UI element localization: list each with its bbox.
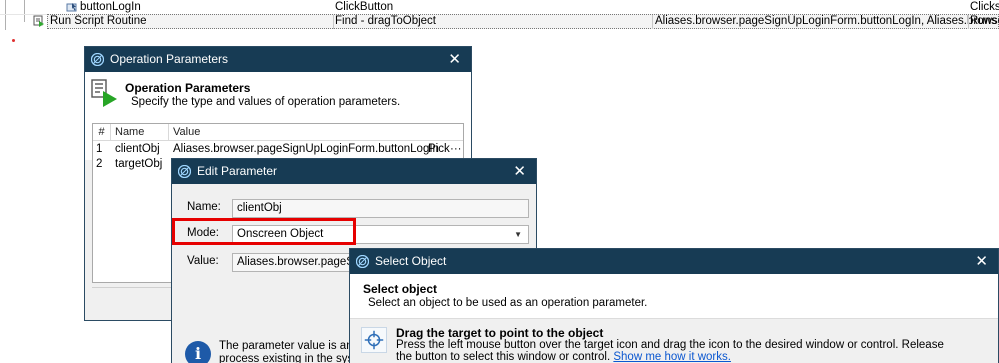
chevron-down-icon[interactable]: ▼ <box>514 226 522 243</box>
dialog-header: Select object Select an object to be use… <box>350 274 998 318</box>
info-line: The parameter value is an obje <box>219 340 378 352</box>
row-number: 1 <box>96 143 103 155</box>
header-title: Select object <box>363 282 438 296</box>
step-operation: ClickButton <box>335 1 394 13</box>
info-icon: i <box>185 341 211 363</box>
drag-target-option[interactable]: Drag the target to point to the object P… <box>350 318 998 363</box>
step-item: Run Script Routine <box>50 15 147 27</box>
row-number: 2 <box>96 158 103 170</box>
option-description: Press the left mouse button over the tar… <box>396 339 956 363</box>
info-text: The parameter value is an obje process e… <box>219 340 378 363</box>
ellipsis-button[interactable]: ··· <box>450 142 462 157</box>
close-icon[interactable]: ✕ <box>448 47 461 72</box>
test-step-row-selected[interactable]: Run Script Routine Find - dragToObject A… <box>0 14 999 29</box>
value-label: Value: <box>187 255 219 267</box>
dialog-title: Operation Parameters <box>110 52 229 66</box>
row-name: targetObj <box>115 158 163 170</box>
dialog-titlebar[interactable]: Edit Parameter ✕ <box>172 159 536 184</box>
step-item: buttonLogIn <box>80 1 141 13</box>
column-header-number[interactable]: # <box>93 124 111 141</box>
breakpoint-marker[interactable] <box>12 39 15 42</box>
button-object-icon <box>66 3 77 12</box>
select-object-dialog: Select Object ✕ Select object Select an … <box>349 248 999 363</box>
name-label: Name: <box>187 201 221 213</box>
dialog-titlebar[interactable]: Operation Parameters ✕ <box>85 47 471 72</box>
mode-value: Onscreen Object <box>237 228 324 240</box>
testcomplete-logo-icon <box>178 165 191 178</box>
column-header-name[interactable]: Name <box>111 124 169 141</box>
mode-label: Mode: <box>187 227 219 239</box>
mode-select[interactable]: Onscreen Object ▼ <box>232 225 529 244</box>
test-step-row[interactable]: buttonLogIn ClickButton Clicks t <box>0 0 999 15</box>
dialog-title: Select Object <box>375 254 447 268</box>
dialog-title: Edit Parameter <box>197 164 278 178</box>
header-subtitle: Specify the type and values of operation… <box>131 96 401 108</box>
row-value: Aliases.browser.pageSignUpLoginForm.butt… <box>173 143 439 155</box>
close-icon[interactable]: ✕ <box>513 159 526 184</box>
show-me-link[interactable]: Show me how it works. <box>613 351 731 363</box>
column-header-value[interactable]: Value <box>169 124 463 141</box>
table-row[interactable]: 1 clientObj Aliases.browser.pageSignUpLo… <box>93 142 463 157</box>
step-value: Aliases.browser.pageSignUpLoginForm.butt… <box>655 15 999 27</box>
crosshair-target-icon[interactable] <box>361 327 387 353</box>
name-field[interactable]: clientObj <box>232 199 529 218</box>
run-routine-icon <box>33 15 44 27</box>
step-description: Clicks t <box>970 1 999 13</box>
step-description: Runs a <box>970 15 999 27</box>
operation-play-icon <box>91 79 117 107</box>
close-icon[interactable]: ✕ <box>975 249 988 274</box>
testcomplete-logo-icon <box>356 255 369 268</box>
testcomplete-logo-icon <box>91 53 104 66</box>
option-title: Drag the target to point to the object <box>396 326 604 340</box>
info-line: process existing in the system. <box>219 353 376 363</box>
header-subtitle: Select an object to be used as an operat… <box>368 297 648 309</box>
step-operation: Find - dragToObject <box>335 15 436 27</box>
dialog-titlebar[interactable]: Select Object ✕ <box>350 249 998 274</box>
row-name: clientObj <box>115 143 160 155</box>
pick-button[interactable]: Pick <box>428 142 450 157</box>
header-title: Operation Parameters <box>125 81 251 95</box>
